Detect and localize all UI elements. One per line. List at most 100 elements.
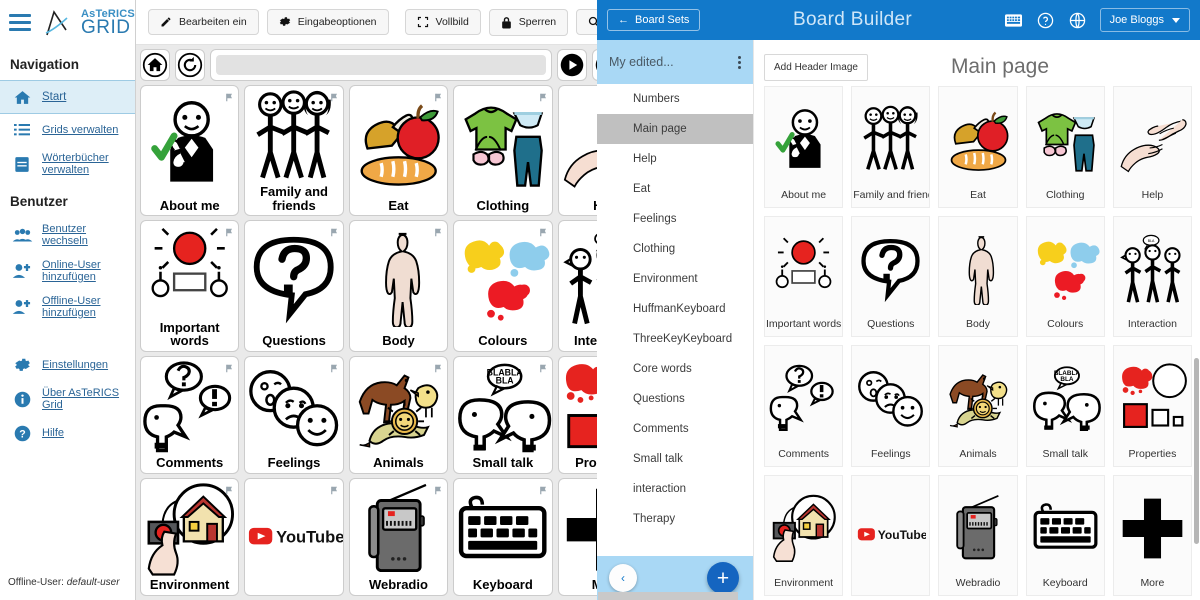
grid-cell-comments[interactable]: Comments	[139, 355, 240, 474]
grid-cell-important-words[interactable]: Important words	[139, 220, 240, 352]
scrollbar-thumb[interactable]	[1194, 357, 1199, 545]
sidebar-item-grids-verwalten[interactable]: Grids verwalten	[0, 114, 135, 146]
board-list-item-small-talk[interactable]: Small talk	[597, 444, 753, 474]
board-list-item-core-words[interactable]: Core words	[597, 354, 753, 384]
board-canvas: Add Header Image Main page About me Fami…	[754, 40, 1200, 600]
board-cell-webradio[interactable]: Webradio	[938, 474, 1018, 596]
sidebar-item-woerterbuecher[interactable]: Wörterbücher verwalten	[0, 146, 135, 182]
board-cell-colours[interactable]: Colours	[1025, 215, 1105, 337]
board-cell-questions[interactable]: Questions	[851, 215, 931, 337]
grid-cell-body[interactable]: Body	[348, 220, 449, 352]
grid-cell-small-talk[interactable]: BLABLA BLA Small talk	[453, 355, 553, 474]
board-list: Numbers Main page Help Eat Feelings Clothing E…	[597, 84, 753, 556]
board-list-item-threekeykeyboard[interactable]: ThreeKeyKeyboard	[597, 324, 753, 354]
add-board-button[interactable]: +	[707, 562, 739, 594]
vertical-scrollbar[interactable]	[1193, 40, 1200, 588]
sidebar-item-einstellungen[interactable]: Einstellungen	[0, 349, 135, 381]
board-list-item-clothing[interactable]: Clothing	[597, 234, 753, 264]
board-cell-interaction[interactable]: BLA Interaction	[1112, 215, 1192, 337]
sidebar-item-online-user-hinzufuegen[interactable]: Online-User hinzufügen	[0, 253, 135, 289]
board-cell-about-me[interactable]: About me	[764, 86, 844, 208]
sidebar-item-label: Grids verwalten	[42, 124, 119, 136]
cell-image-eat	[350, 88, 447, 199]
grid-home-button[interactable]	[139, 49, 170, 81]
sidebar-item-offline-user-hinzufuegen[interactable]: Offline-User hinzufügen	[0, 289, 135, 325]
board-cell-comments[interactable]: Comments	[764, 345, 844, 467]
board-grid-row: Comments Feelings Animals BLABLA BLA Sma…	[764, 345, 1192, 467]
board-cell-keyboard[interactable]: Keyboard	[1025, 474, 1105, 596]
collect-text-field[interactable]	[209, 49, 552, 81]
board-cell-small-talk[interactable]: BLABLA BLA Small talk	[1025, 345, 1105, 467]
board-cell-body[interactable]: Body	[938, 215, 1018, 337]
board-list-item-therapy[interactable]: Therapy	[597, 504, 753, 534]
cell-flag-icon	[226, 89, 235, 101]
board-cell-more[interactable]: More	[1112, 474, 1192, 596]
board-cell-help[interactable]: Help	[1112, 86, 1192, 208]
hamburger-menu-icon[interactable]	[9, 14, 31, 31]
board-list-item-interaction[interactable]: interaction	[597, 474, 753, 504]
keyboard-icon[interactable]	[1004, 13, 1022, 27]
grid-cell-feelings[interactable]: Feelings	[244, 355, 344, 474]
board-list-item-main-page[interactable]: Main page	[597, 114, 753, 144]
board-list-item-comments[interactable]: Comments	[597, 414, 753, 444]
cell-label: Help	[1141, 188, 1164, 201]
grid-cell-clothing[interactable]: Clothing	[453, 84, 553, 217]
board-list-item-help[interactable]: Help	[597, 144, 753, 174]
back-to-board-sets-button[interactable]: ← Board Sets	[607, 9, 701, 31]
sidebar-item-hilfe[interactable]: ? Hilfe	[0, 417, 135, 449]
cell-flag-icon	[539, 482, 549, 495]
sidebar-item-label: Offline-User hinzufügen	[42, 295, 101, 319]
board-cell-eat[interactable]: Eat	[938, 86, 1018, 208]
board-list-item-environment[interactable]: Environment	[597, 264, 753, 294]
grid-cell-eat[interactable]: Eat	[348, 84, 449, 217]
board-set-header: My edited...	[597, 40, 753, 84]
grid-cell-questions[interactable]: Questions	[244, 220, 344, 352]
collapse-sidebar-button[interactable]: ‹	[609, 564, 637, 592]
grid-cell-about-me[interactable]: About me	[139, 84, 240, 217]
help-icon[interactable]	[1037, 12, 1054, 29]
more-options-icon[interactable]	[738, 55, 741, 69]
add-header-image-button[interactable]: Add Header Image	[764, 53, 868, 81]
board-cell-environment[interactable]: Environment	[764, 474, 844, 596]
grid-cell-youtube[interactable]: YouTube	[244, 477, 344, 596]
cell-image-webradio	[350, 481, 447, 578]
cell-image-body	[350, 223, 447, 334]
board-cell-youtube[interactable]: YouTube	[851, 474, 931, 596]
grid-cell-animals[interactable]: Animals	[348, 355, 449, 474]
board-cell-important-words[interactable]: Important words	[764, 215, 844, 337]
lock-button[interactable]: Sperren	[488, 8, 569, 36]
sidebar-item-start[interactable]: Start	[0, 80, 135, 114]
grid-refresh-button[interactable]	[174, 49, 205, 81]
board-cell-properties[interactable]: Properties	[1112, 345, 1192, 467]
board-list-item-eat[interactable]: Eat	[597, 174, 753, 204]
globe-icon[interactable]	[1069, 12, 1086, 29]
grid-cell-environment[interactable]: Environment	[139, 477, 240, 596]
sidebar-item-ueber-asterics-grid[interactable]: Über AsTeRICS Grid	[0, 381, 135, 417]
fullscreen-button[interactable]: Vollbild	[404, 9, 481, 35]
board-list-item-numbers[interactable]: Numbers	[597, 84, 753, 114]
edit-toggle-button[interactable]: Bearbeiten ein	[147, 9, 259, 35]
grid-row: Comments Feelings Animals BLABLA BLA Sma…	[139, 355, 657, 474]
grid-cell-family-and-friends[interactable]: Family and friends	[244, 84, 344, 217]
user-menu-button[interactable]: Joe Bloggs	[1099, 8, 1190, 32]
cell-flag-icon	[435, 89, 444, 101]
board-cell-family-and-friends[interactable]: Family and friends	[851, 86, 931, 208]
input-options-button[interactable]: Eingabeoptionen	[266, 9, 389, 35]
board-builder-body: My edited... Numbers Main page Help Eat Feel…	[597, 40, 1200, 600]
grid-cell-colours[interactable]: Colours	[453, 220, 553, 352]
sidebar-item-benutzer-wechseln[interactable]: Benutzer wechseln	[0, 217, 135, 253]
grid-speak-button[interactable]	[556, 49, 587, 81]
input-options-label: Eingabeoptionen	[297, 16, 377, 28]
grid-cell-keyboard[interactable]: Keyboard	[453, 477, 553, 596]
board-list-item-feelings[interactable]: Feelings	[597, 204, 753, 234]
board-cell-feelings[interactable]: Feelings	[851, 345, 931, 467]
fullscreen-label: Vollbild	[435, 16, 469, 28]
horizontal-scrollbar[interactable]	[598, 592, 738, 600]
cell-image-youtube: YouTube	[852, 480, 929, 590]
board-list-item-questions[interactable]: Questions	[597, 384, 753, 414]
board-cell-clothing[interactable]: Clothing	[1025, 86, 1105, 208]
grid-cell-webradio[interactable]: Webradio	[348, 477, 449, 596]
home-icon	[11, 87, 33, 107]
board-cell-animals[interactable]: Animals	[938, 345, 1018, 467]
board-list-item-huffmankeyboard[interactable]: HuffmanKeyboard	[597, 294, 753, 324]
